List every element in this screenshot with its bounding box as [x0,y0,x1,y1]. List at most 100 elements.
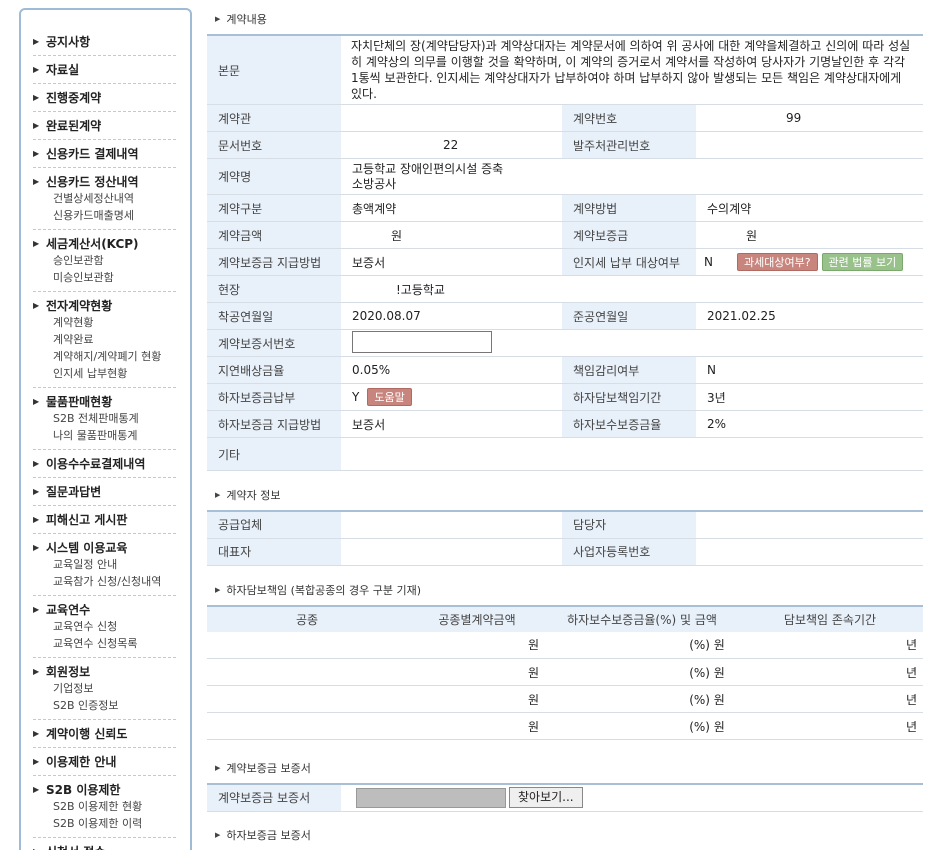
sidebar-group: ▶ S2B 이용제한 S2B 이용제한 현황 S2B 이용제한 이력 [33,776,176,838]
caret-right-icon: ▶ [33,486,40,496]
sidebar-item[interactable]: ▶ 자료실 [33,60,176,78]
caret-right-icon: ▶ [33,176,40,186]
defect-section-title: 하자담보책임 (복합공종의 경우 구분 기재) [226,583,421,597]
sidebar-subitem[interactable]: S2B 이용제한 이력 [33,815,176,832]
sidebar-subitem[interactable]: 건별상세정산내역 [33,190,176,207]
caret-right-icon: ▶ [33,64,40,74]
sidebar-item[interactable]: ▶ 회원정보 [33,662,176,680]
supplier-label: 공급업체 [207,511,341,539]
taxable-check-button[interactable]: 과세대상여부? [736,253,818,271]
caret-right-icon: ▶ [33,36,40,46]
sidebar-subitem[interactable]: 교육연수 신청목록 [33,635,176,652]
contract-method-value: 수의계약 [696,194,923,222]
sidebar-subitem[interactable]: 나의 물품판매통계 [33,427,176,444]
supplier-value [341,511,562,539]
stamp-tax-label: 인지세 납부 대상여부 [562,248,696,276]
caret-right-icon: ▶ [33,514,40,524]
contract-org-value [341,104,562,132]
sidebar-subitem[interactable]: 미승인보관함 [33,269,176,286]
sidebar-subitem[interactable]: S2B 전체판매통계 [33,410,176,427]
section-bullet-icon: ▶ [215,585,221,594]
defect-row: 원 (%) 원년 [207,658,923,686]
sidebar-item[interactable]: ▶ 질문과답변 [33,482,176,500]
sidebar-subitem[interactable]: 승인보관함 [33,252,176,269]
sidebar-item[interactable]: ▶ S2B 이용제한 [33,780,176,798]
sidebar-item-label: 자료실 [46,62,80,77]
browse-button[interactable]: 찾아보기... [509,787,583,809]
contract-table: 본문 자치단체의 장(계약담당자)과 계약상대자는 계약문서에 의하여 위 공사… [207,34,923,471]
sidebar-group: ▶ 완료된계약 [33,112,176,140]
sidebar-item[interactable]: ▶ 이용수수료결제내역 [33,454,176,472]
related-law-button[interactable]: 관련 법률 보기 [821,253,904,271]
start-date-value: 2020.08.07 [341,302,562,330]
sidebar-item[interactable]: ▶ 공지사항 [33,32,176,50]
sidebar-subitem[interactable]: 기업정보 [33,680,176,697]
defect-header-type: 공종 [207,605,407,632]
caret-right-icon: ▶ [33,847,46,850]
caret-right-icon: ▶ [33,238,40,248]
sidebar-subitem[interactable]: 교육연수 신청 [33,618,176,635]
sidebar-group: ▶ 계약이행 신뢰도 [33,720,176,748]
contract-org-label: 계약관 [207,104,341,132]
sidebar-item[interactable]: ▶ 계약이행 신뢰도 [33,724,176,742]
sidebar-item-label: 물품판매현황 [46,394,113,409]
guarantee-section-header: ▶ 계약보증금 보증서 [207,759,923,777]
ceo-label: 대표자 [207,538,341,566]
contract-no-label: 계약번호 [562,104,696,132]
caret-right-icon: ▶ [33,542,40,552]
sidebar-item[interactable]: ▶ 물품판매현황 [33,392,176,410]
sidebar-item[interactable]: ▶ 교육연수 [33,600,176,618]
sidebar-item[interactable]: ▶ 이용제한 안내 [33,752,176,770]
site-label: 현장 [207,275,341,303]
sidebar-group: ▶ 자료실 [33,56,176,84]
guarantee-no-input[interactable] [352,330,492,353]
sidebar-item[interactable]: ▶ 신용카드 정산내역 [33,172,176,190]
defect-cell: 원 [407,658,547,686]
sidebar-subitem[interactable]: 교육일정 안내 [33,556,176,573]
sidebar-subitem[interactable]: 신용카드매출명세 [33,207,176,224]
sidebar-item[interactable]: ▶ 완료된계약 [33,116,176,134]
sidebar-item-label: 공지사항 [46,34,91,49]
manager-label: 담당자 [562,511,696,539]
sidebar-subitem[interactable]: S2B 인증정보 [33,697,176,714]
defect-section-header: ▶ 하자담보책임 (복합공종의 경우 구분 기재) [207,581,923,599]
caret-right-icon: ▶ [33,666,40,676]
sidebar-subitem[interactable]: 인지세 납부현황 [33,365,176,382]
caret-right-icon: ▶ [33,458,40,468]
sidebar-item[interactable]: ▶ 전자계약현황 [33,296,176,314]
sidebar-item[interactable]: ▶ 피해신고 게시판 [33,510,176,528]
sidebar-item-label: 회원정보 [46,664,91,679]
etc-label: 기타 [207,437,341,471]
defect-cell: (%) 원 [547,658,737,686]
sidebar-subitem[interactable]: 계약해지/계약폐기 현황 [33,348,176,365]
caret-right-icon: ▶ [33,396,40,406]
sidebar-subitem[interactable]: S2B 이용제한 현황 [33,798,176,815]
sidebar-group: ▶ 신용카드 결제내역 [33,140,176,168]
supervision-value: N [696,356,923,384]
sidebar-item[interactable]: ▶ 진행중계약 [33,88,176,106]
contract-section-header: ▶ 계약내용 [207,10,923,28]
sidebar-item[interactable]: ▶ 시스템 이용교육 [33,538,176,556]
start-date-label: 착공연월일 [207,302,341,330]
sidebar-subitem[interactable]: 계약현황 [33,314,176,331]
contract-type-label: 계약구분 [207,194,341,222]
site-value: !고등학교 [341,275,923,303]
sidebar-subitem[interactable]: 계약완료 [33,331,176,348]
sidebar-item-label: 신용카드 결제내역 [46,146,139,161]
sidebar-item[interactable]: ▶ 신용카드 결제내역 [33,144,176,162]
sidebar-item-label: 세금계산서(KCP) [46,236,139,251]
sidebar-subitem[interactable]: 교육참가 신청/신청내역 [33,573,176,590]
file-path-input[interactable] [356,787,506,808]
caret-right-icon: ▶ [33,120,40,130]
caret-right-icon: ▶ [33,728,40,738]
end-date-value: 2021.02.25 [696,302,923,330]
help-button[interactable]: 도움말 [367,388,412,406]
defect-cell: (%) 원 [547,712,737,740]
guarantee-doc-label: 계약보증금 보증서 [207,784,341,812]
caret-right-icon: ▶ [33,604,40,614]
supervision-label: 책임감리여부 [562,356,696,384]
sidebar-item[interactable]: ▶ 세금계산서(KCP) [33,234,176,252]
sidebar-item[interactable]: ▶신청서 접수 [33,842,176,850]
sidebar-group: ▶ 질문과답변 [33,478,176,506]
deposit-pay-method-label: 계약보증금 지급방법 [207,248,341,276]
